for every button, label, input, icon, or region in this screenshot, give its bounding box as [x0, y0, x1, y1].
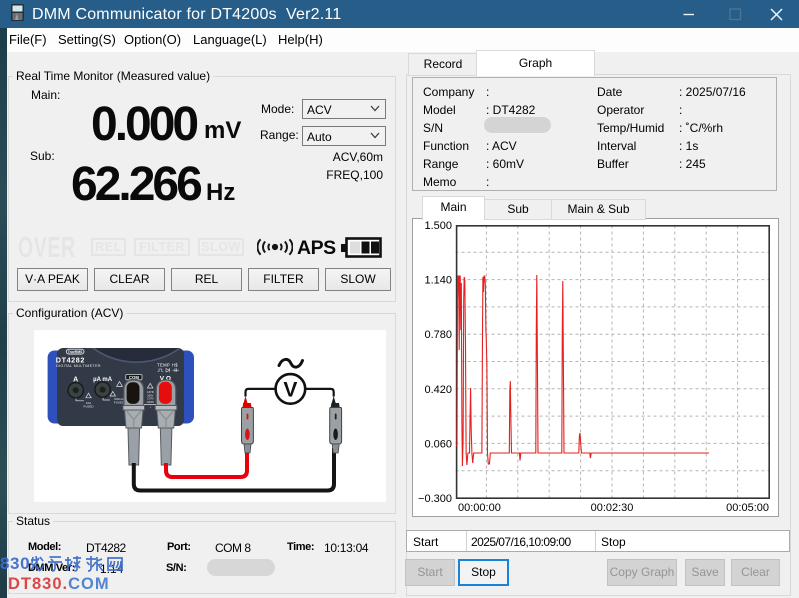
svg-text:↓: ↓ [149, 404, 151, 409]
svg-text:V: V [283, 379, 297, 402]
svg-text:0.060: 0.060 [424, 438, 452, 450]
svg-text:FUSED: FUSED [114, 401, 125, 405]
svg-text:DIGITAL MULTIMETER: DIGITAL MULTIMETER [56, 364, 101, 368]
svg-text:COM: COM [129, 375, 139, 380]
svg-text:FUSED: FUSED [83, 404, 94, 408]
svg-text:00:00:00: 00:00:00 [458, 502, 501, 514]
svg-text:TEMP H$: TEMP H$ [157, 362, 178, 367]
svg-text:−0.300: −0.300 [418, 493, 452, 505]
svg-text:DT4282: DT4282 [56, 355, 85, 364]
svg-text:0.420: 0.420 [424, 384, 452, 396]
svg-text:TrueRMS: TrueRMS [68, 350, 83, 354]
svg-text:1.500: 1.500 [424, 220, 452, 232]
svg-text:1.140: 1.140 [424, 275, 452, 287]
svg-text:0.780: 0.780 [424, 329, 452, 341]
svg-text:00:02:30: 00:02:30 [591, 502, 634, 514]
svg-text:00:05:00: 00:05:00 [726, 502, 769, 514]
